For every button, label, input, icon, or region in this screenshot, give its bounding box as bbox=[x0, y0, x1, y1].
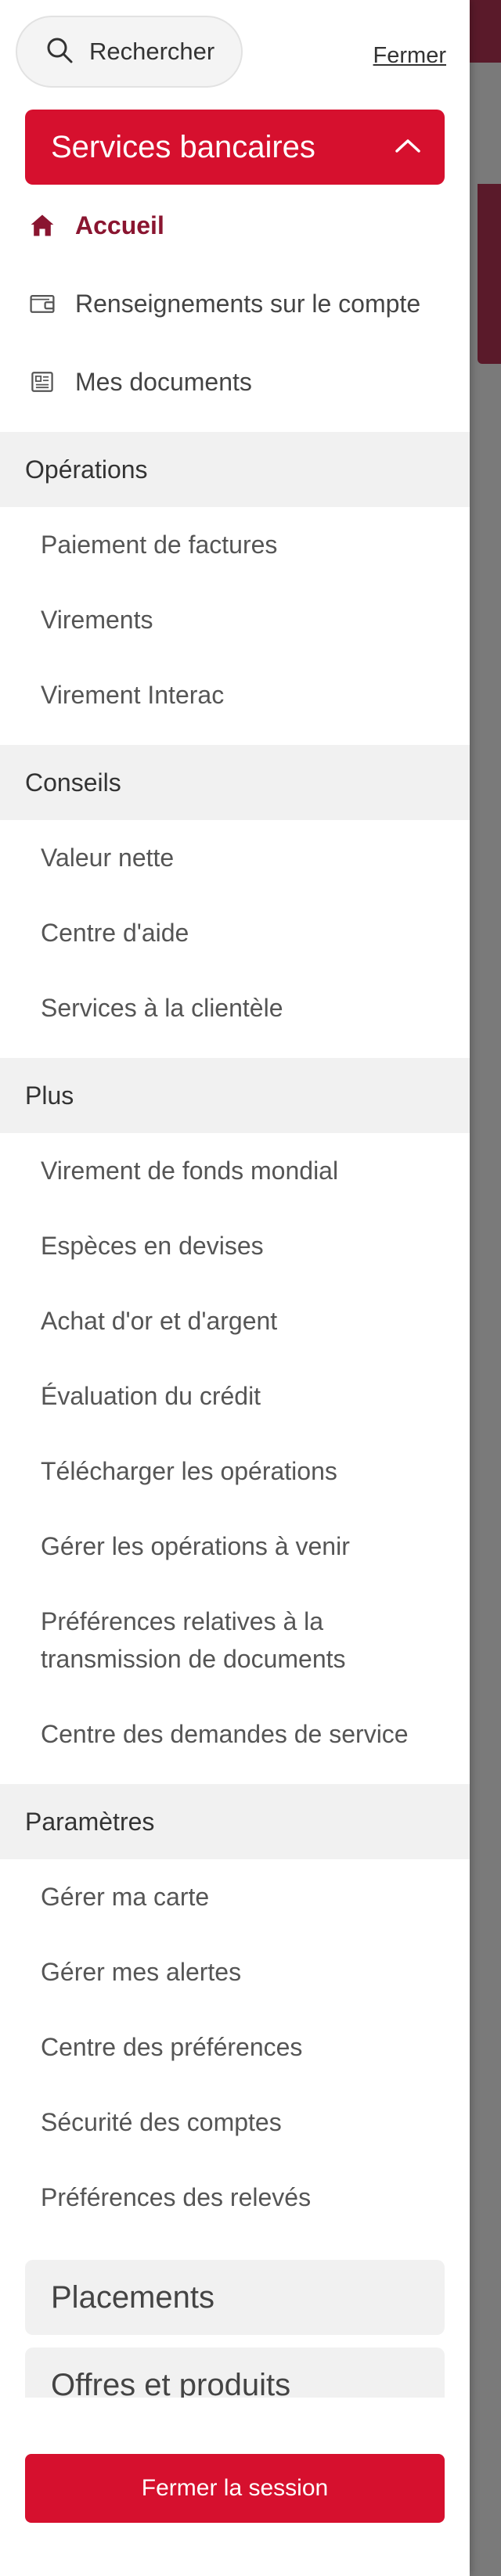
menu-item-label: Mes documents bbox=[75, 367, 252, 396]
menu-item-label: Renseignements sur le compte bbox=[75, 289, 421, 318]
wallet-icon bbox=[27, 288, 58, 319]
logout-button[interactable]: Fermer la session bbox=[25, 2454, 445, 2523]
search-button[interactable]: Rechercher bbox=[16, 16, 243, 88]
link-transfers[interactable]: Virements bbox=[41, 601, 153, 639]
menu-item-label: Accueil bbox=[75, 210, 164, 239]
search-icon bbox=[44, 34, 75, 70]
section-header-settings: Paramètres bbox=[0, 1784, 470, 1859]
link-help-centre[interactable]: Centre d'aide bbox=[41, 914, 189, 952]
link-account-security[interactable]: Sécurité des comptes bbox=[41, 2103, 282, 2141]
link-gold-silver[interactable]: Achat d'or et d'argent bbox=[41, 1302, 277, 1340]
link-global-money-transfer[interactable]: Virement de fonds mondial bbox=[41, 1152, 338, 1189]
link-credit-score[interactable]: Évaluation du crédit bbox=[41, 1377, 261, 1415]
section-header-advice: Conseils bbox=[0, 745, 470, 820]
home-icon bbox=[27, 210, 58, 241]
section-header-operations: Opérations bbox=[0, 432, 470, 507]
link-download-transactions[interactable]: Télécharger les opérations bbox=[41, 1452, 337, 1490]
close-link[interactable]: Fermer bbox=[373, 43, 446, 69]
background-header-fragment bbox=[470, 0, 501, 63]
chevron-up-icon bbox=[395, 138, 421, 157]
banking-section-title: Services bancaires bbox=[51, 129, 315, 164]
menu-item-home[interactable]: Accueil bbox=[0, 203, 470, 247]
link-net-worth[interactable]: Valeur nette bbox=[41, 839, 174, 876]
link-foreign-cash[interactable]: Espèces en devises bbox=[41, 1227, 264, 1265]
link-label-line-1: Préférences relatives à la bbox=[41, 1607, 324, 1635]
banking-section-header[interactable]: Services bancaires bbox=[25, 110, 445, 185]
document-icon bbox=[27, 366, 58, 398]
link-customer-service[interactable]: Services à la clientèle bbox=[41, 989, 283, 1027]
link-preference-centre[interactable]: Centre des préférences bbox=[41, 2028, 302, 2066]
link-manage-alerts[interactable]: Gérer mes alertes bbox=[41, 1953, 241, 1991]
background-banner-fragment bbox=[478, 184, 501, 364]
section-header-investments[interactable]: Placements bbox=[25, 2260, 445, 2335]
search-label: Rechercher bbox=[89, 38, 215, 65]
link-upcoming-transactions[interactable]: Gérer les opérations à venir bbox=[41, 1527, 350, 1565]
link-service-request-centre[interactable]: Centre des demandes de service bbox=[41, 1715, 409, 1753]
drawer-top-bar: Rechercher Fermer bbox=[0, 0, 470, 102]
link-label-line-2: transmission de documents bbox=[41, 1645, 346, 1673]
link-statement-preferences[interactable]: Préférences des relevés bbox=[41, 2178, 311, 2216]
link-document-delivery-preferences[interactable]: Préférences relatives à la transmission … bbox=[41, 1603, 346, 1678]
navigation-drawer: Rechercher Fermer Services bancaires Acc… bbox=[0, 0, 470, 2576]
section-header-more: Plus bbox=[0, 1058, 470, 1133]
link-bill-payment[interactable]: Paiement de factures bbox=[41, 526, 277, 563]
link-manage-card[interactable]: Gérer ma carte bbox=[41, 1878, 209, 1916]
link-interac-transfer[interactable]: Virement Interac bbox=[41, 676, 224, 714]
menu-item-documents[interactable]: Mes documents bbox=[0, 360, 470, 404]
menu-item-account-info[interactable]: Renseignements sur le compte bbox=[0, 282, 470, 326]
